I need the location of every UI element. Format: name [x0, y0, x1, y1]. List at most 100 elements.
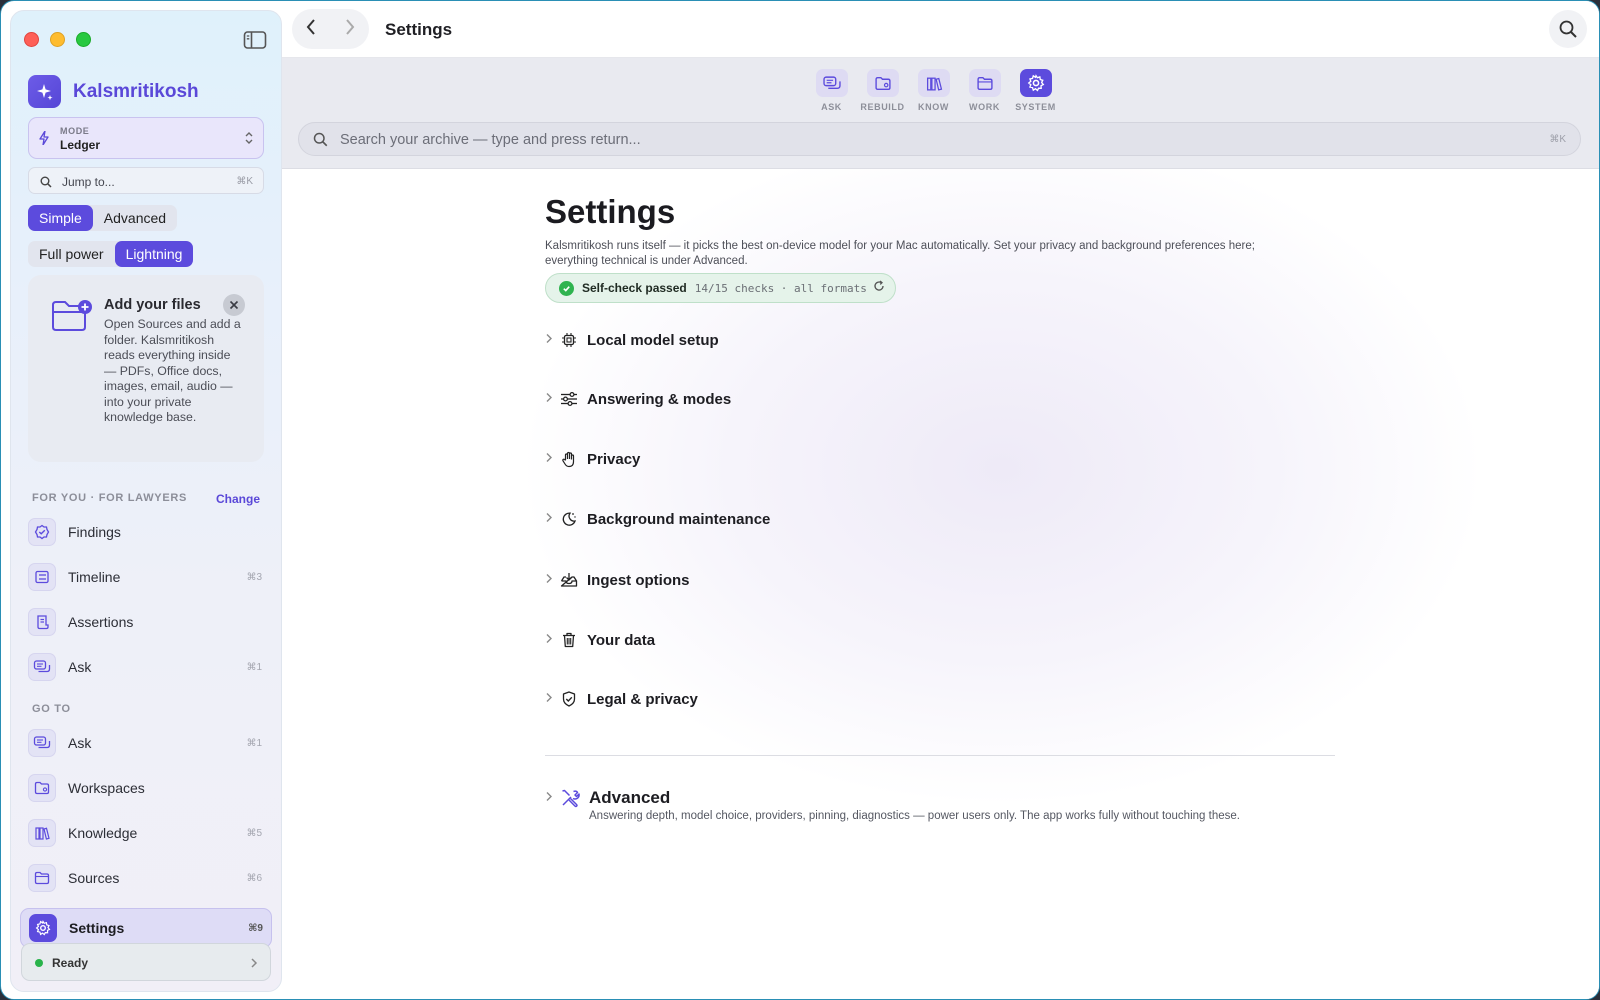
section-ingest-options[interactable]: Ingest options — [545, 567, 690, 593]
tool-ask[interactable]: ASK — [806, 69, 857, 112]
chat-icon — [28, 729, 56, 757]
toolbar: ASK REBUILD KNOW WORK SYSTEM Search your… — [282, 58, 1599, 169]
archive-search-shortcut: ⌘K — [1549, 134, 1566, 145]
tool-label: KNOW — [918, 102, 949, 112]
section-label: Your data — [587, 631, 656, 649]
complexity-toggle: Simple Advanced — [28, 205, 178, 231]
sidebar-item-sources[interactable]: Sources ⌘6 — [28, 858, 268, 898]
titlebar: Settings — [282, 1, 1599, 58]
sidebar-item-assertions[interactable]: Assertions — [28, 602, 268, 642]
card-title: Add your files — [104, 297, 201, 313]
change-link[interactable]: Change — [216, 492, 260, 506]
shortcut-hint: ⌘1 — [246, 661, 262, 673]
archive-search-placeholder: Search your archive — type and press ret… — [340, 132, 641, 148]
go-to-label: GO TO — [32, 703, 71, 715]
wrench-screwdriver-icon — [559, 787, 581, 809]
sidebar-item-knowledge[interactable]: Knowledge ⌘5 — [28, 813, 268, 853]
shortcut-hint: ⌘1 — [246, 737, 262, 749]
sidebar-toggle-icon[interactable] — [243, 30, 267, 50]
sidebar: Kalsmritikosh MODE Ledger Jump to... ⌘K … — [10, 10, 282, 992]
chat-icon — [28, 653, 56, 681]
shortcut-hint: ⌘9 — [248, 922, 263, 934]
advanced-description: Answering depth, model choice, providers… — [589, 810, 1240, 822]
jump-to-shortcut: ⌘K — [236, 176, 253, 187]
hand-icon — [559, 449, 579, 469]
sidebar-item-ask[interactable]: Ask ⌘1 — [28, 723, 268, 763]
folder-gear-icon — [866, 69, 899, 97]
section-advanced[interactable]: Advanced — [545, 785, 670, 811]
chat-icon — [815, 69, 848, 97]
books-icon — [917, 69, 950, 97]
selfcheck-badge[interactable]: Self-check passed 14/15 checks · all for… — [545, 273, 896, 303]
chevron-updown-icon — [244, 130, 254, 151]
back-button[interactable] — [305, 18, 317, 41]
folder-add-icon — [51, 299, 93, 338]
divider — [545, 755, 1335, 756]
tool-know[interactable]: KNOW — [908, 69, 959, 112]
sidebar-item-label: Ask — [68, 659, 92, 675]
section-legal-privacy[interactable]: Legal & privacy — [545, 686, 698, 712]
close-icon[interactable] — [223, 294, 245, 316]
sidebar-item-ask[interactable]: Ask ⌘1 — [28, 647, 268, 687]
app-window: Kalsmritikosh MODE Ledger Jump to... ⌘K … — [0, 0, 1600, 1000]
settings-description: Kalsmritikosh runs itself — it picks the… — [545, 240, 1255, 267]
close-window-button[interactable] — [24, 32, 39, 47]
folder-icon — [28, 864, 56, 892]
section-label: Ingest options — [587, 571, 690, 589]
settings-heading: Settings — [545, 193, 676, 230]
status-bar[interactable]: Ready — [21, 943, 271, 981]
sidebar-item-settings[interactable]: Settings ⌘9 — [20, 908, 272, 948]
simple-option[interactable]: Simple — [28, 205, 93, 231]
gear-icon — [1019, 69, 1052, 97]
search-icon[interactable] — [1549, 10, 1587, 48]
scroll-icon — [28, 608, 56, 636]
sidebar-item-findings[interactable]: Findings — [28, 512, 268, 552]
add-files-card: Add your files Open Sources and add a fo… — [28, 275, 264, 462]
sidebar-item-label: Timeline — [68, 569, 121, 585]
tool-system[interactable]: SYSTEM — [1010, 69, 1061, 112]
mode-selector[interactable]: MODE Ledger — [28, 117, 264, 159]
tray-in-icon — [559, 570, 579, 590]
zoom-window-button[interactable] — [76, 32, 91, 47]
sidebar-item-label: Workspaces — [68, 780, 145, 796]
forward-button[interactable] — [344, 18, 356, 41]
section-background-maintenance[interactable]: Background maintenance — [545, 506, 770, 532]
shield-check-icon — [559, 689, 579, 709]
section-label: Privacy — [587, 450, 641, 468]
tool-rebuild[interactable]: REBUILD — [857, 69, 908, 112]
selfcheck-meta: 14/15 checks · all formats — [694, 281, 867, 295]
card-body: Open Sources and add a folder. Kalsmriti… — [104, 317, 241, 424]
jump-to-input[interactable]: Jump to... ⌘K — [28, 167, 264, 194]
sidebar-item-workspaces[interactable]: Workspaces — [28, 768, 268, 808]
section-privacy[interactable]: Privacy — [545, 446, 640, 472]
mode-label: MODE — [60, 126, 90, 136]
archive-search-input[interactable]: Search your archive — type and press ret… — [298, 122, 1581, 156]
folder-gear-icon — [28, 774, 56, 802]
search-icon — [313, 132, 328, 152]
trash-icon — [559, 630, 579, 650]
section-your-data[interactable]: Your data — [545, 627, 655, 653]
timeline-icon — [28, 563, 56, 591]
minimize-window-button[interactable] — [50, 32, 65, 47]
tool-label: ASK — [821, 102, 842, 112]
gear-icon — [29, 914, 57, 942]
chevron-right-icon — [545, 690, 557, 708]
tool-label: REBUILD — [860, 102, 905, 112]
mode-value: Ledger — [60, 138, 101, 152]
power-toggle: Full power Lightning — [28, 241, 194, 267]
section-local-model-setup[interactable]: Local model setup — [545, 327, 719, 353]
tool-work[interactable]: WORK — [959, 69, 1010, 112]
moon-icon — [559, 509, 579, 529]
lightning-option[interactable]: Lightning — [114, 241, 194, 267]
search-icon — [40, 175, 52, 193]
full-power-option[interactable]: Full power — [28, 241, 115, 267]
sidebar-item-timeline[interactable]: Timeline ⌘3 — [28, 557, 268, 597]
history-nav — [292, 9, 369, 49]
sidebar-item-label: Settings — [69, 920, 125, 936]
for-you-label: FOR YOU · FOR LAWYERS — [32, 492, 188, 504]
advanced-option[interactable]: Advanced — [93, 205, 177, 231]
sliders-icon — [559, 389, 579, 409]
section-label: Legal & privacy — [587, 690, 698, 708]
section-answering-modes[interactable]: Answering & modes — [545, 386, 731, 412]
refresh-icon[interactable] — [873, 279, 885, 297]
